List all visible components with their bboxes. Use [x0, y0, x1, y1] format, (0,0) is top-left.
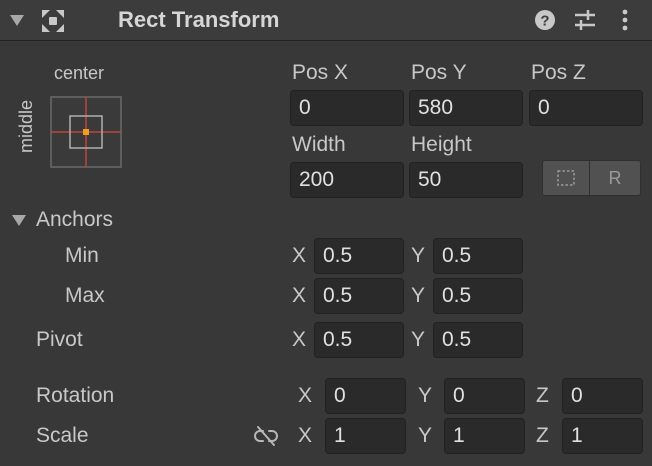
pivot-y-label[interactable]: Y	[411, 327, 425, 353]
rotation-y-label[interactable]: Y	[418, 383, 432, 409]
anchor-min-x-label[interactable]: X	[292, 243, 306, 269]
anchors-foldout-icon[interactable]	[10, 212, 28, 228]
rotation-z-field[interactable]: 0	[562, 378, 643, 414]
svg-text:?: ?	[540, 13, 549, 30]
scale-x-field[interactable]: 1	[325, 418, 406, 454]
scale-label: Scale	[36, 424, 89, 447]
anchor-max-y-field[interactable]: 0.5	[433, 278, 523, 314]
pos-z-label: Pos Z	[531, 61, 586, 84]
scale-x-label[interactable]: X	[298, 423, 312, 449]
rotation-z-label[interactable]: Z	[536, 383, 549, 409]
pos-x-field[interactable]: 0	[290, 90, 404, 126]
anchor-max-y-label[interactable]: Y	[411, 283, 425, 309]
anchor-max-x-field[interactable]: 0.5	[314, 278, 404, 314]
pivot-y-field[interactable]: 0.5	[433, 322, 523, 358]
pos-y-field[interactable]: 580	[409, 90, 523, 126]
help-icon[interactable]: ?	[534, 9, 556, 31]
pos-x-label: Pos X	[292, 61, 349, 84]
rotation-label: Rotation	[36, 384, 115, 407]
height-field[interactable]: 50	[409, 162, 523, 198]
pos-z-field[interactable]: 0	[529, 90, 643, 126]
unlink-icon[interactable]	[254, 425, 278, 447]
anchor-min-label: Min	[65, 244, 99, 267]
raw-edit-button[interactable]: R	[589, 160, 641, 196]
anchor-min-y-field[interactable]: 0.5	[433, 238, 523, 274]
rotation-x-label[interactable]: X	[298, 383, 312, 409]
scale-z-field[interactable]: 1	[562, 418, 643, 454]
anchor-max-x-label[interactable]: X	[292, 283, 306, 309]
rotation-y-field[interactable]: 0	[444, 378, 525, 414]
scale-y-label[interactable]: Y	[418, 423, 432, 449]
more-icon[interactable]	[620, 9, 630, 31]
blueprint-mode-button[interactable]	[542, 160, 590, 196]
anchor-min-y-label[interactable]: Y	[411, 243, 425, 269]
pivot-x-field[interactable]: 0.5	[314, 322, 404, 358]
width-label: Width	[292, 133, 346, 156]
collapse-triangle-icon[interactable]	[8, 12, 26, 28]
anchor-max-label: Max	[65, 284, 105, 307]
pivot-label: Pivot	[36, 328, 83, 351]
anchor-presets-button[interactable]	[50, 96, 122, 168]
rect-transform-icon	[42, 10, 64, 32]
height-label: Height	[411, 133, 472, 156]
dotted-rect-icon	[557, 170, 575, 186]
scale-z-label[interactable]: Z	[536, 423, 549, 449]
component-title: Rect Transform	[118, 7, 280, 32]
anchors-label[interactable]: Anchors	[36, 207, 113, 233]
anchor-min-x-field[interactable]: 0.5	[314, 238, 404, 274]
scale-y-field[interactable]: 1	[444, 418, 525, 454]
rotation-x-field[interactable]: 0	[325, 378, 406, 414]
presets-icon[interactable]	[573, 9, 597, 31]
pivot-x-label[interactable]: X	[292, 327, 306, 353]
anchor-horizontal-label: center	[54, 63, 105, 83]
width-field[interactable]: 200	[290, 162, 404, 198]
anchor-vertical-label: middle	[16, 99, 36, 153]
pos-y-label: Pos Y	[411, 61, 467, 84]
